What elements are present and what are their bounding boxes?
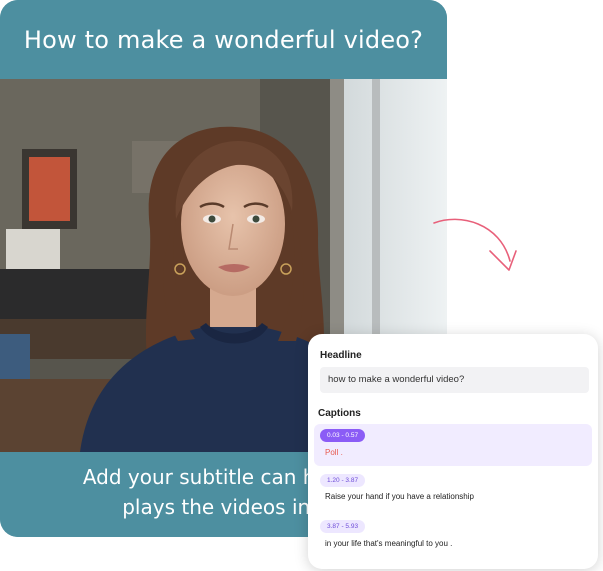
video-title-bar: How to make a wonderful video?	[0, 0, 447, 79]
caption-text[interactable]: Raise your hand if you have a relationsh…	[325, 492, 474, 501]
video-title: How to make a wonderful video?	[23, 25, 424, 54]
caption-time-badge[interactable]: 0.03 - 0.57	[320, 429, 366, 442]
headline-label: Headline	[320, 350, 362, 361]
subtitle-editor-panel: Headline how to make a wonderful video? …	[308, 334, 598, 569]
headline-input[interactable]: how to make a wonderful video?	[320, 367, 589, 393]
caption-text[interactable]: in your life that's meaningful to you .	[325, 539, 452, 548]
caption-item-1[interactable]: 0.03 - 0.57 Poll .	[314, 424, 592, 466]
caption-item-3[interactable]: 3.87 - 5.93 in your life that's meaningf…	[314, 517, 592, 557]
caption-time-badge[interactable]: 1.20 - 3.87	[320, 474, 366, 487]
curved-arrow-icon	[433, 218, 517, 271]
caption-text[interactable]: Poll .	[325, 448, 343, 457]
captions-label: Captions	[318, 408, 361, 419]
caption-item-2[interactable]: 1.20 - 3.87 Raise your hand if you have …	[314, 470, 592, 510]
caption-time-badge[interactable]: 3.87 - 5.93	[320, 520, 366, 533]
